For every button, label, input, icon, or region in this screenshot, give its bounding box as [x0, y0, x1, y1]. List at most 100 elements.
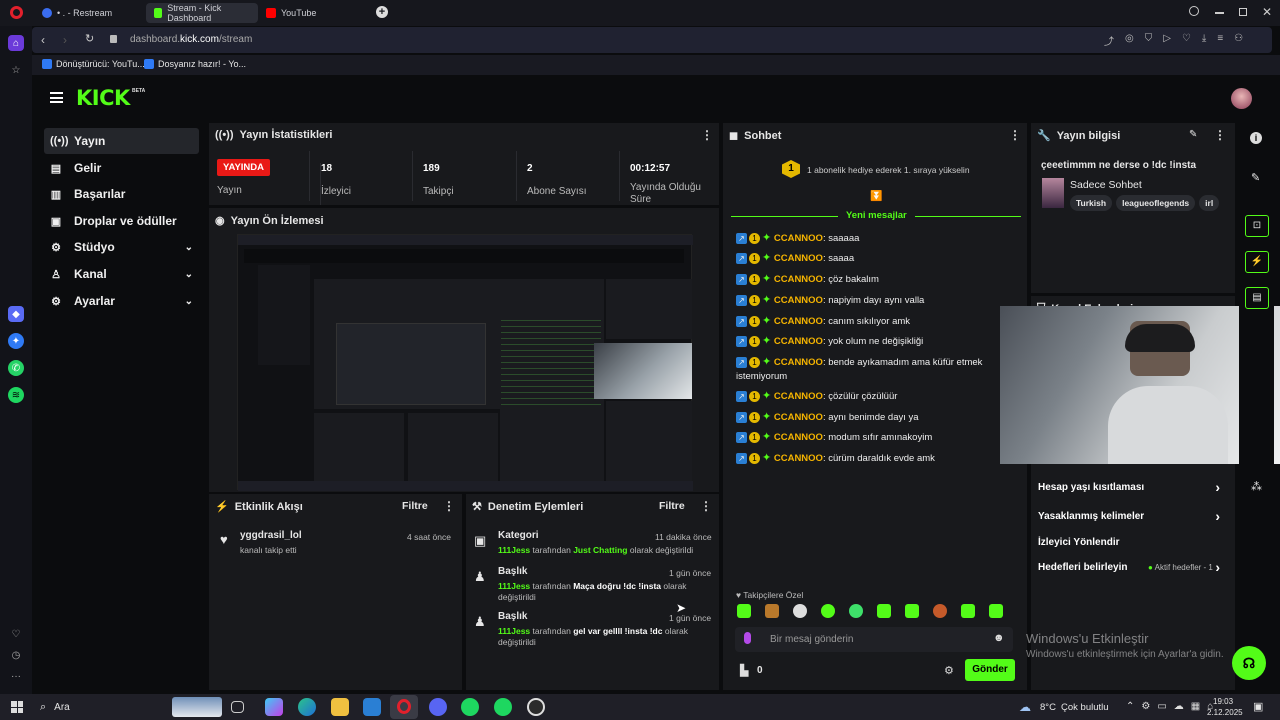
- obs-icon[interactable]: [527, 698, 545, 716]
- store-icon[interactable]: [363, 698, 381, 716]
- url-text[interactable]: dashboard.kick.com/stream: [130, 34, 252, 45]
- hamburger-menu-icon[interactable]: [50, 92, 63, 103]
- clipboard-icon[interactable]: ▤: [1245, 287, 1269, 309]
- chat-username[interactable]: CCANNOO: [774, 336, 823, 347]
- chat-input[interactable]: Bir mesaj gönderin ☻: [735, 627, 1013, 652]
- opera-icon[interactable]: [390, 695, 418, 719]
- camera-icon[interactable]: ◎: [1125, 33, 1134, 48]
- emote-icon[interactable]: [765, 604, 779, 618]
- edit-icon[interactable]: ✎: [1189, 129, 1197, 140]
- stream-preview-video[interactable]: [237, 234, 693, 491]
- chat-message[interactable]: ↗ 1 ✦ CCANNOO: bende ayıkamadım ama küfür …: [736, 355, 1016, 384]
- points-icon[interactable]: ▙: [740, 664, 748, 677]
- windows-start-icon[interactable]: [11, 701, 23, 713]
- chat-username[interactable]: CCANNOO: [774, 391, 823, 402]
- spotify-icon[interactable]: ≋: [8, 387, 24, 403]
- heart-icon[interactable]: ♡: [1182, 33, 1191, 48]
- edge-icon[interactable]: [298, 698, 316, 716]
- copilot-icon[interactable]: [265, 698, 283, 716]
- back-icon[interactable]: ‹: [41, 33, 45, 47]
- chat-message[interactable]: ↗ 1 ✦ CCANNOO: saaaaa: [736, 231, 1016, 246]
- home-icon[interactable]: ⌂: [8, 35, 24, 51]
- emote-icon[interactable]: [849, 604, 863, 618]
- more-options-icon[interactable]: ⋮: [700, 499, 712, 513]
- target-icon[interactable]: ⊡: [1245, 215, 1269, 237]
- forward-icon[interactable]: ›: [63, 33, 67, 47]
- nav-studio[interactable]: ⚙ Stüdyo ⌄: [44, 234, 199, 260]
- chat-username[interactable]: CCANNOO: [774, 295, 823, 306]
- chat-username[interactable]: CCANNOO: [774, 316, 823, 327]
- action-host-viewers[interactable]: İzleyici Yönlendir: [1038, 537, 1228, 548]
- emote-icon[interactable]: [933, 604, 947, 618]
- clock-time[interactable]: 19:03: [1213, 697, 1233, 706]
- weather-temp[interactable]: 8°C: [1040, 702, 1056, 713]
- scroll-down-icon[interactable]: ⏬: [870, 191, 882, 202]
- info-icon[interactable]: i: [1250, 132, 1262, 144]
- whatsapp-icon[interactable]: ✆: [8, 360, 24, 376]
- filter-button[interactable]: Filtre: [659, 500, 685, 512]
- lightning-icon[interactable]: ⚡: [1245, 251, 1269, 273]
- profile-icon[interactable]: ⚇: [1234, 33, 1243, 48]
- microphone-icon[interactable]: [744, 632, 751, 644]
- task-view-icon[interactable]: [231, 701, 244, 713]
- share-nodes-icon[interactable]: ⁂: [1251, 480, 1262, 493]
- chat-settings-icon[interactable]: ⚙: [944, 664, 954, 677]
- list-icon[interactable]: ≡: [1217, 33, 1223, 48]
- more-options-icon[interactable]: ⋮: [1214, 128, 1226, 142]
- reload-icon[interactable]: ↻: [85, 32, 94, 45]
- messenger-icon[interactable]: ✦: [8, 333, 24, 349]
- nav-revenue[interactable]: ▤ Gelir: [44, 155, 199, 181]
- tab-restream[interactable]: • . - Restream: [34, 3, 144, 23]
- chat-username[interactable]: CCANNOO: [774, 432, 823, 443]
- nav-settings[interactable]: ⚙ Ayarlar ⌄: [44, 288, 199, 314]
- chat-username[interactable]: CCANNOO: [774, 453, 823, 464]
- emote-icon[interactable]: [989, 604, 1003, 618]
- chat-message[interactable]: ↗ 1 ✦ CCANNOO: yok olum ne değişikliği: [736, 334, 1016, 349]
- emote-icon[interactable]: [737, 604, 751, 618]
- kick-logo[interactable]: KICK: [76, 86, 130, 110]
- chat-username[interactable]: CCANNOO: [774, 253, 823, 264]
- emoji-icon[interactable]: ☻: [993, 632, 1005, 644]
- chat-message[interactable]: ↗ 1 ✦ CCANNOO: çöz bakalım: [736, 272, 1016, 287]
- chat-message[interactable]: ↗ 1 ✦ CCANNOO: saaaa: [736, 251, 1016, 266]
- play-icon[interactable]: ▷: [1163, 33, 1171, 48]
- aria-icon[interactable]: ◆: [8, 306, 24, 322]
- moderator-name[interactable]: 111Jess: [498, 545, 530, 555]
- chat-username[interactable]: CCANNOO: [774, 357, 823, 368]
- tab-kick-dashboard[interactable]: Stream - Kick Dashboard: [146, 3, 258, 23]
- spotify-icon[interactable]: [494, 698, 512, 716]
- search-icon[interactable]: [1189, 6, 1199, 16]
- action-goals[interactable]: Hedefleri belirleyin ● Aktif hedefler - 1…: [1038, 559, 1228, 575]
- emote-icon[interactable]: [961, 604, 975, 618]
- more-icon[interactable]: ···: [8, 668, 24, 684]
- emote-icon[interactable]: [877, 604, 891, 618]
- tag[interactable]: irl: [1199, 195, 1220, 211]
- restore-button[interactable]: [1239, 8, 1247, 16]
- shield-icon[interactable]: ⛉: [1145, 33, 1153, 48]
- share-icon[interactable]: ⤴: [1104, 33, 1114, 48]
- edit-icon[interactable]: ✎: [1251, 171, 1260, 184]
- nav-stream[interactable]: ((•)) Yayın: [44, 128, 199, 154]
- chat-message[interactable]: ↗ 1 ✦ CCANNOO: canım sıkılıyor amk: [736, 314, 1016, 329]
- emote-icon[interactable]: [821, 604, 835, 618]
- nav-channel[interactable]: ♙ Kanal ⌄: [44, 261, 199, 287]
- chat-message[interactable]: ↗ 1 ✦ CCANNOO: modum sıfır amınakoyim: [736, 430, 1016, 445]
- nav-drops[interactable]: ▣ Droplar ve ödüller: [44, 208, 199, 234]
- avatar[interactable]: [1231, 88, 1252, 109]
- tab-youtube[interactable]: YouTube: [258, 3, 368, 23]
- chat-message[interactable]: ↗ 1 ✦ CCANNOO: cürüm daraldık evde amk: [736, 451, 1016, 466]
- emote-icon[interactable]: [905, 604, 919, 618]
- new-tab-button[interactable]: +: [376, 6, 388, 18]
- heart-icon[interactable]: ♡: [8, 626, 24, 642]
- history-icon[interactable]: ◷: [8, 647, 24, 663]
- chat-message[interactable]: ↗ 1 ✦ CCANNOO: napiyim dayı aynı valla: [736, 293, 1016, 308]
- spotify-icon[interactable]: [461, 698, 479, 716]
- moderator-name[interactable]: 111Jess: [498, 626, 530, 636]
- chat-username[interactable]: CCANNOO: [774, 233, 823, 244]
- weather-text[interactable]: Çok bulutlu: [1061, 702, 1109, 713]
- send-button[interactable]: Gönder: [965, 659, 1015, 681]
- close-button[interactable]: ✕: [1262, 5, 1272, 19]
- more-options-icon[interactable]: ⋮: [443, 499, 455, 513]
- action-banned-words[interactable]: Yasaklanmış kelimeler ›: [1038, 508, 1228, 524]
- moderator-name[interactable]: 111Jess: [498, 581, 530, 591]
